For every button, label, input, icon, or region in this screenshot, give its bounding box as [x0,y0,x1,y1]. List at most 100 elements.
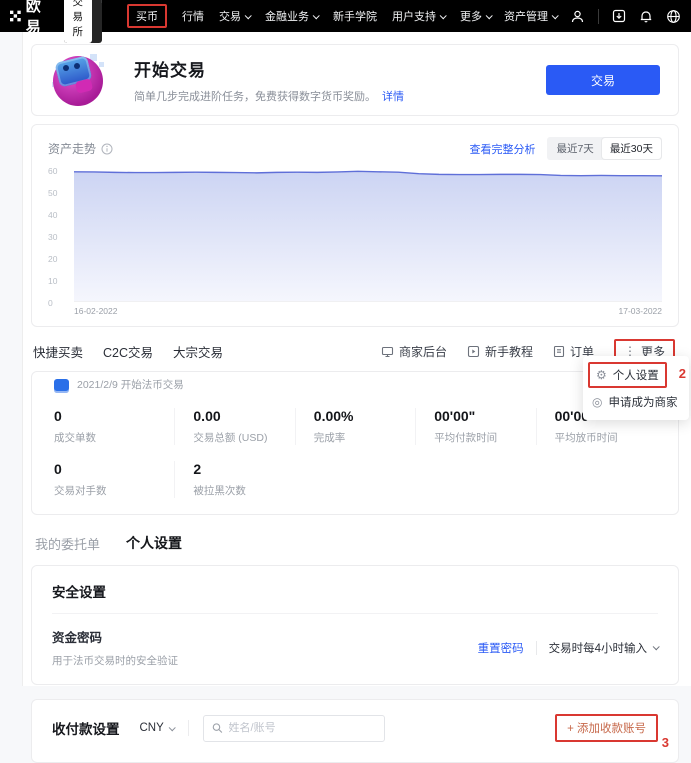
tab-exchange[interactable]: 交易所 [64,0,93,43]
fund-password-title: 资金密码 [52,627,178,646]
orders-icon [553,345,565,358]
nav-item-academy[interactable]: 新手学院 [333,8,377,24]
fund-password-actions: 重置密码 交易时每4小时输入 [478,640,658,656]
y-axis: 0102030405060 [48,170,72,302]
search-box [203,715,385,742]
nav-item-more[interactable]: 更多 [460,8,491,24]
stat-avg-payment-time: 00'00" 平均付款时间 [415,408,535,445]
add-payment-account-button[interactable]: + 添加收款账号 [567,723,646,735]
divider [536,641,537,655]
range-7d-button[interactable]: 最近7天 [548,138,601,159]
nav-item-markets[interactable]: 行情 [182,8,204,24]
annotation-number-3: 3 [662,735,669,750]
y-tick-label: 50 [48,188,57,198]
annotation-box-3: + 添加收款账号 [555,714,658,742]
tab-block-trade[interactable]: 大宗交易 [173,342,223,361]
assets-menu[interactable]: 资产管理 [504,8,557,24]
tab-metax[interactable]: MetaX [92,0,102,43]
full-analysis-link[interactable]: 查看完整分析 [469,141,535,157]
merchant-since-row: 2021/2/9 开始法币交易 [54,372,656,394]
menu-item-apply-merchant[interactable]: ◎ 申请成为商家 [583,389,689,415]
x-axis: 16-02-2022 17-03-2022 [48,302,662,318]
payment-title: 收付款设置 [52,718,120,738]
chevron-down-icon [245,12,252,19]
hero-text: 开始交易 简单几步完成进阶任务，免费获得数字货币奖励。详情 [134,56,404,104]
security-settings-card: 安全设置 资金密码 用于法币交易时的安全验证 重置密码 交易时每4小时输入 [31,565,679,685]
chevron-down-icon [552,12,559,19]
chart-header: 资产走势 查看完整分析 最近7天 最近30天 [48,137,662,160]
fund-password-desc: 用于法币交易时的安全验证 [52,653,178,668]
stat-blacklisted-count: 2 被拉黑次数 [174,461,294,498]
stat-counterparties: 0 交易对手数 [54,461,174,498]
chevron-down-icon [313,12,320,19]
x-label-end: 17-03-2022 [619,306,662,316]
nav-divider [598,9,599,24]
divider [188,720,189,736]
tab-express-buy-sell[interactable]: 快捷买卖 [33,342,83,361]
search-input[interactable] [229,722,376,734]
range-toggle: 最近7天 最近30天 [547,137,662,160]
nav-items: 买币 行情 交易 金融业务 新手学院 用户支持 更多 [127,4,491,28]
stat-completed-orders: 0 成交单数 [54,408,174,445]
okx-logo[interactable]: 欧易 [10,0,47,37]
stats-row-1: 0 成交单数 0.00 交易总额 (USD) 0.00% 完成率 00'00" … [54,408,656,445]
asset-trend-chart: 0102030405060 [48,170,662,302]
start-trading-banner: 开始交易 简单几步完成进阶任务，免费获得数字货币奖励。详情 交易 [31,44,679,116]
asset-trend-svg [74,170,662,301]
okx-logo-icon [10,8,21,24]
nav-item-trade[interactable]: 交易 [219,8,250,24]
nav-item-buy-crypto[interactable]: 买币 [136,8,158,24]
menu-item-personal-settings[interactable]: ⚙ 个人设置 [588,362,667,388]
chart-plot [74,170,662,302]
tutorial-link[interactable]: 新手教程 [467,343,533,360]
detail-link[interactable]: 详情 [382,91,404,103]
tab-c2c-trade[interactable]: C2C交易 [103,342,153,361]
language-globe-icon[interactable] [666,9,681,24]
merchant-badge-icon [54,379,69,393]
annotation-box-buy: 买币 [127,4,167,28]
stats-row-2: 0 交易对手数 2 被拉黑次数 [54,461,656,498]
user-profile-icon[interactable] [570,9,585,24]
trade-button[interactable]: 交易 [546,65,660,95]
y-tick-label: 60 [48,166,57,176]
y-tick-label: 20 [48,254,57,264]
chevron-down-icon [440,12,447,19]
y-tick-label: 30 [48,232,57,242]
download-app-icon[interactable] [612,9,626,23]
stat-total-volume: 0.00 交易总额 (USD) [174,408,294,445]
trade-nav: 快捷买卖 C2C交易 大宗交易 商家后台 新手教程 订单 [33,339,675,363]
currency-select[interactable]: CNY [140,722,174,734]
top-navbar: 欧易 交易所 MetaX 买币 行情 交易 金融业务 新手学院 用户支持 更多 … [0,0,691,32]
chevron-down-icon [486,12,493,19]
merchant-portal-icon [381,345,394,358]
asset-trend-card: 资产走势 查看完整分析 最近7天 最近30天 0102030405060 16-… [31,124,679,327]
nav-item-support[interactable]: 用户支持 [392,8,445,24]
merchant-portal-link[interactable]: 商家后台 [381,343,447,360]
gear-icon: ⚙ [596,369,607,381]
settings-nav: 我的委托单 个人设置 [35,533,679,553]
stat-completion-rate: 0.00% 完成率 [295,408,415,445]
password-frequency-select[interactable]: 交易时每4小时输入 [549,640,658,656]
info-icon[interactable] [101,143,113,155]
trade-tabs: 快捷买卖 C2C交易 大宗交易 [33,342,223,361]
range-30d-button[interactable]: 最近30天 [602,138,661,159]
x-label-start: 16-02-2022 [74,306,117,316]
y-tick-label: 0 [48,298,53,308]
mode-toggle: 交易所 MetaX [64,0,102,43]
more-context-menu: ⚙ 个人设置 2 ◎ 申请成为商家 [583,356,689,420]
chart-controls: 查看完整分析 最近7天 最近30天 [469,137,662,160]
fund-password-row: 资金密码 用于法币交易时的安全验证 重置密码 交易时每4小时输入 [52,614,658,684]
nav-right: 资产管理 [504,8,681,24]
nav-item-finance[interactable]: 金融业务 [265,8,318,24]
tutorial-icon [467,345,480,358]
search-icon [212,722,223,734]
y-tick-label: 10 [48,276,57,286]
tab-personal-settings[interactable]: 个人设置 [126,533,182,553]
payment-settings-card: 收付款设置 CNY + 添加收款账号 3 [31,699,679,763]
reset-password-link[interactable]: 重置密码 [478,640,524,656]
tab-my-ads[interactable]: 我的委托单 [35,534,100,553]
chart-title: 资产走势 [48,140,113,157]
notifications-bell-icon[interactable] [639,9,653,23]
hero-title: 开始交易 [134,56,404,81]
merchant-since-text: 2021/2/9 开始法币交易 [77,377,184,394]
